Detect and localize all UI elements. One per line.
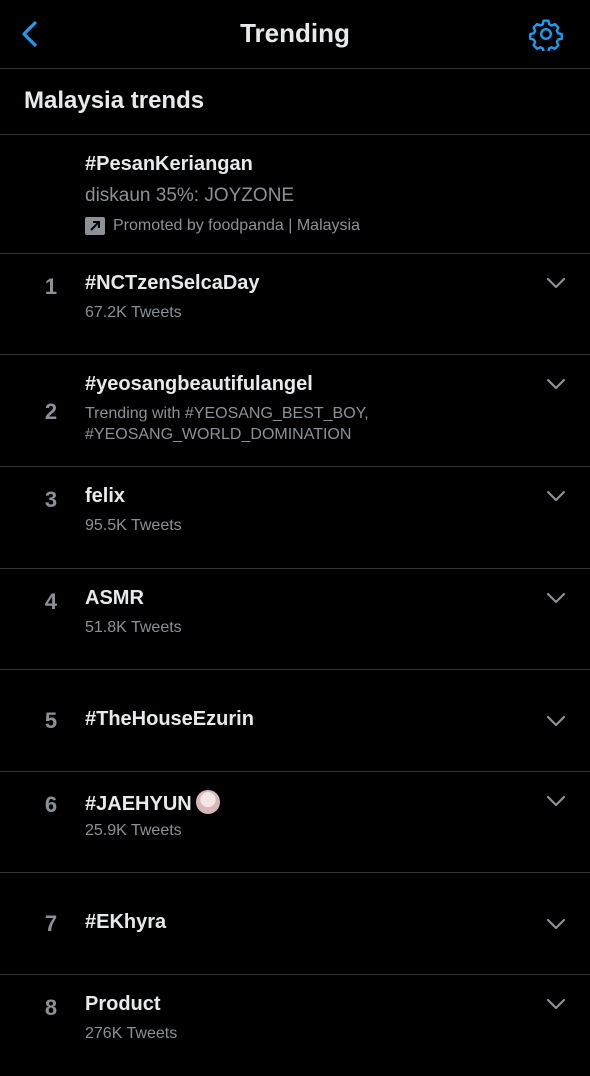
trend-name-row: #JAEHYUN bbox=[85, 790, 220, 816]
trend-rank: 5 bbox=[44, 708, 58, 733]
trend-item[interactable]: 2 #yeosangbeautifulangel Trending with #… bbox=[0, 355, 590, 467]
trend-name: #JAEHYUN bbox=[85, 793, 192, 815]
trend-name: ASMR bbox=[85, 587, 144, 609]
promoted-by-line: Promoted by foodpanda | Malaysia bbox=[85, 217, 360, 235]
promoted-description: diskaun 35%: JOYZONE bbox=[85, 185, 295, 206]
settings-button[interactable] bbox=[527, 15, 565, 53]
trend-item[interactable]: 7 #EKhyra bbox=[0, 873, 590, 975]
trend-rank: 3 bbox=[44, 487, 58, 512]
trend-rank: 7 bbox=[44, 911, 58, 936]
trend-tweet-count: 95.5K Tweets bbox=[85, 517, 182, 534]
trending-with-line1: Trending with #YEOSANG_BEST_BOY, bbox=[85, 405, 369, 422]
top-nav-bar: Trending bbox=[0, 0, 590, 69]
chevron-down-icon[interactable] bbox=[545, 489, 567, 503]
trend-tweet-count: 67.2K Tweets bbox=[85, 304, 182, 321]
chevron-down-icon[interactable] bbox=[545, 917, 567, 931]
chevron-down-icon[interactable] bbox=[545, 794, 567, 808]
promoted-hashtag: #PesanKeriangan bbox=[85, 153, 253, 175]
trend-item[interactable]: 5 #TheHouseEzurin bbox=[0, 670, 590, 772]
trend-name: #TheHouseEzurin bbox=[85, 708, 254, 730]
chevron-down-icon[interactable] bbox=[545, 276, 567, 290]
trend-item[interactable]: 4 ASMR 51.8K Tweets bbox=[0, 569, 590, 670]
trend-name: felix bbox=[85, 485, 126, 507]
promoted-arrow-icon bbox=[85, 217, 105, 235]
trend-name: #yeosangbeautifulangel bbox=[85, 373, 313, 395]
trend-item[interactable]: 1 #NCTzenSelcaDay 67.2K Tweets bbox=[0, 254, 590, 355]
trending-with-line2: #YEOSANG_WORLD_DOMINATION bbox=[85, 426, 352, 443]
chevron-down-icon[interactable] bbox=[545, 377, 567, 391]
page-title: Trending bbox=[240, 18, 350, 48]
trend-name: #EKhyra bbox=[85, 911, 167, 933]
promoted-trend[interactable]: #PesanKeriangan diskaun 35%: JOYZONE Pro… bbox=[0, 135, 590, 254]
chevron-down-icon[interactable] bbox=[545, 591, 567, 605]
chevron-down-icon[interactable] bbox=[545, 997, 567, 1011]
trend-rank: 6 bbox=[44, 792, 58, 817]
trend-rank: 2 bbox=[44, 399, 58, 424]
trend-name: #NCTzenSelcaDay bbox=[85, 272, 260, 294]
gear-icon bbox=[529, 19, 563, 51]
trend-item[interactable]: 3 felix 95.5K Tweets bbox=[0, 467, 590, 569]
trend-name: Product bbox=[85, 993, 161, 1015]
promoted-by-text: Promoted by foodpanda | Malaysia bbox=[113, 217, 360, 234]
section-title: Malaysia trends bbox=[24, 87, 205, 114]
trend-tweet-count: 276K Tweets bbox=[85, 1025, 178, 1042]
chevron-down-icon[interactable] bbox=[545, 714, 567, 728]
avatar bbox=[195, 790, 220, 814]
trend-rank: 1 bbox=[44, 274, 58, 299]
trend-item[interactable]: 8 Product 276K Tweets bbox=[0, 975, 590, 1076]
trend-tweet-count: 25.9K Tweets bbox=[85, 822, 182, 839]
trend-rank: 8 bbox=[44, 995, 58, 1020]
trend-tweet-count: 51.8K Tweets bbox=[85, 619, 182, 636]
trend-rank: 4 bbox=[44, 589, 58, 614]
trend-item[interactable]: 6 #JAEHYUN 25.9K Tweets bbox=[0, 772, 590, 873]
